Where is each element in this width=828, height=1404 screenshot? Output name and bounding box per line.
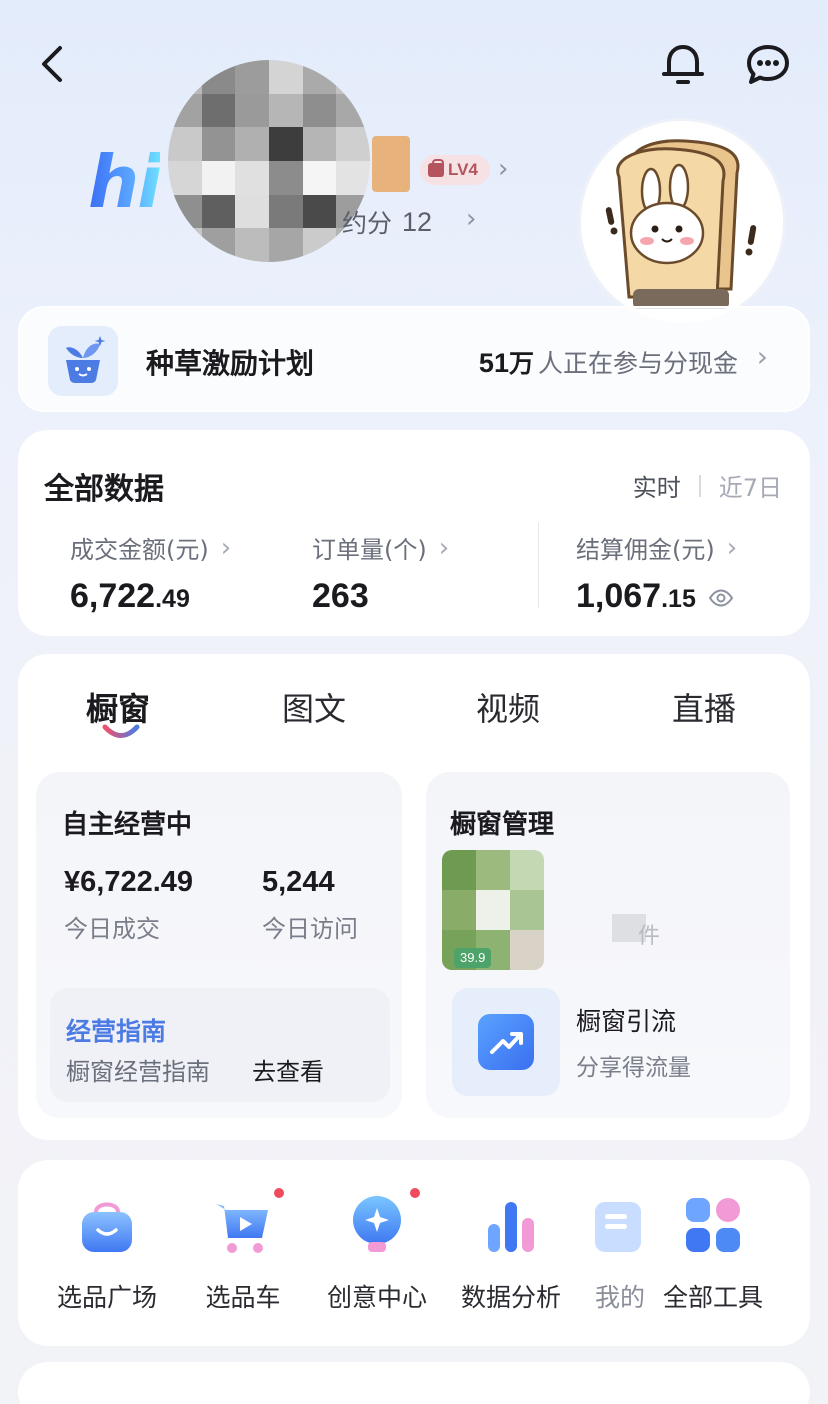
price-tag: 39.9 — [454, 948, 492, 968]
tab-last-7-days[interactable]: 近7日 — [719, 468, 782, 503]
metric-commission[interactable]: 结算佣金(元) › 1,067.15 — [576, 530, 737, 616]
tool-creative-center[interactable]: 创意中心 — [312, 1188, 442, 1314]
self-operating-title: 自主经营中 — [62, 810, 193, 840]
grid-apps-icon — [680, 1192, 746, 1258]
bag-icon — [428, 159, 444, 177]
participants-number: 51 — [478, 348, 509, 378]
chevron-left-icon — [42, 46, 62, 82]
eye-icon[interactable] — [708, 589, 734, 607]
tool-label: 我的 — [594, 1283, 645, 1312]
participants-suffix: 人正在参与分现金 — [537, 349, 738, 378]
participants-unit: 万 — [508, 349, 534, 378]
campaign-participants: 51 万 人正在参与分现金 — [479, 344, 738, 380]
tool-label: 数据分析 — [460, 1283, 561, 1312]
profile-picture[interactable] — [578, 118, 786, 326]
guide-description: 橱窗经营指南 — [66, 1058, 210, 1086]
lightbulb-icon — [344, 1192, 410, 1258]
metric-value: 263 — [312, 577, 369, 615]
metric-orders[interactable]: 订单量(个) › 263 — [312, 530, 449, 616]
chevron-right-icon[interactable]: › — [466, 204, 476, 234]
notification-dot — [274, 1188, 284, 1198]
chevron-right-icon: › — [438, 532, 450, 563]
tool-label: 选品车 — [205, 1283, 281, 1312]
message-button[interactable] — [744, 42, 792, 88]
cart-icon — [210, 1192, 276, 1258]
divider — [538, 522, 539, 608]
metric-decimal: .49 — [155, 585, 190, 613]
chevron-right-icon: › — [220, 532, 232, 563]
chevron-right-icon: › — [756, 340, 768, 373]
self-operating-panel[interactable]: 自主经营中 ¥6,722.49 今日成交 5,244 今日访问 经营指南 橱窗经… — [36, 772, 402, 1118]
plant-pot-icon — [48, 326, 118, 396]
back-button[interactable] — [34, 40, 74, 90]
bar-chart-icon — [478, 1192, 544, 1258]
tool-data-analysis[interactable]: 数据分析 — [446, 1192, 576, 1314]
tab-realtime[interactable]: 实时 — [633, 468, 681, 503]
tab-live[interactable]: 直播 — [672, 684, 736, 730]
today-visits-value: 5,244 — [262, 866, 335, 898]
range-tabs: 实时 近7日 — [633, 468, 782, 503]
level-badge[interactable]: LV4 — [420, 155, 490, 185]
today-sales: ¥6,722.49 今日成交 — [64, 866, 193, 944]
tool-label: 选品广场 — [56, 1283, 157, 1312]
tab-video[interactable]: 视频 — [476, 684, 540, 730]
score-value: 12 — [402, 206, 433, 237]
tool-label: 全部工具 — [662, 1283, 763, 1312]
chat-bubble-icon — [747, 45, 789, 84]
chevron-right-icon: › — [726, 532, 738, 563]
traffic-title: 橱窗引流 — [576, 1007, 677, 1036]
showcase-management-panel[interactable]: 橱窗管理 39.9 件 橱窗引流 分享得流量 — [426, 772, 790, 1118]
operation-guide[interactable]: 经营指南 橱窗经营指南 去查看 — [50, 988, 390, 1102]
metric-gmv[interactable]: 成交金额(元) › 6,722.49 — [70, 530, 231, 616]
product-count-text: 件 — [638, 924, 661, 949]
metric-decimal: .15 — [661, 585, 696, 613]
campaign-banner[interactable]: 种草激励计划 51 万 人正在参与分现金 › — [18, 306, 810, 412]
active-tab-indicator — [102, 724, 140, 738]
metric-value: 6,722 — [70, 577, 156, 615]
tab-image-text[interactable]: 图文 — [282, 684, 346, 730]
notification-button[interactable] — [658, 40, 708, 88]
traffic-boost-button[interactable] — [452, 988, 560, 1096]
bunny-toast-illustration — [581, 121, 783, 323]
metric-value: 1,067 — [576, 577, 662, 615]
user-avatar[interactable] — [168, 60, 370, 262]
tools-card: 选品广场 选品车 创意中心 数据分析 我的 全部工具 — [18, 1160, 810, 1346]
trend-up-icon — [478, 1014, 534, 1070]
divider — [698, 474, 701, 497]
metric-label: 成交金额(元) — [70, 536, 209, 564]
hi-greeting-logo: hi — [88, 140, 162, 224]
guide-title: 经营指南 — [66, 1017, 167, 1046]
tool-all-tools[interactable]: 全部工具 — [648, 1192, 778, 1314]
next-section-card — [18, 1362, 810, 1404]
today-sales-value: ¥6,722.49 — [64, 866, 194, 898]
today-visits-label: 今日访问 — [262, 915, 358, 943]
showcase-management-title: 橱窗管理 — [450, 810, 555, 840]
metric-label: 结算佣金(元) — [576, 536, 715, 564]
tool-selection-cart[interactable]: 选品车 — [178, 1188, 308, 1314]
username-blurred — [372, 136, 410, 192]
today-sales-label: 今日成交 — [64, 915, 160, 943]
notification-dot — [410, 1188, 420, 1198]
score-label: 约分 — [342, 209, 393, 238]
bell-icon — [662, 45, 704, 84]
tool-label: 创意中心 — [326, 1283, 427, 1312]
content-card: 橱窗 图文 视频 直播 自主经营中 ¥6,722.49 今日成交 5,244 今… — [18, 654, 810, 1140]
today-visits: 5,244 今日访问 — [262, 866, 358, 944]
campaign-title: 种草激励计划 — [146, 347, 315, 380]
level-text: LV4 — [448, 160, 478, 179]
wallet-icon — [587, 1192, 653, 1258]
shopping-bag-icon — [74, 1192, 140, 1258]
data-panel-title: 全部数据 — [44, 472, 164, 507]
metric-label: 订单量(个) — [312, 536, 427, 564]
guide-view-link[interactable]: 去查看 — [252, 1052, 324, 1087]
chevron-right-icon[interactable]: › — [498, 154, 508, 184]
traffic-subtitle: 分享得流量 — [576, 1055, 691, 1081]
credit-score[interactable]: 约分 12 — [342, 204, 432, 240]
all-data-card: 全部数据 实时 近7日 成交金额(元) › 6,722.49 订单量(个) › 26… — [18, 430, 810, 636]
tool-product-square[interactable]: 选品广场 — [42, 1192, 172, 1314]
